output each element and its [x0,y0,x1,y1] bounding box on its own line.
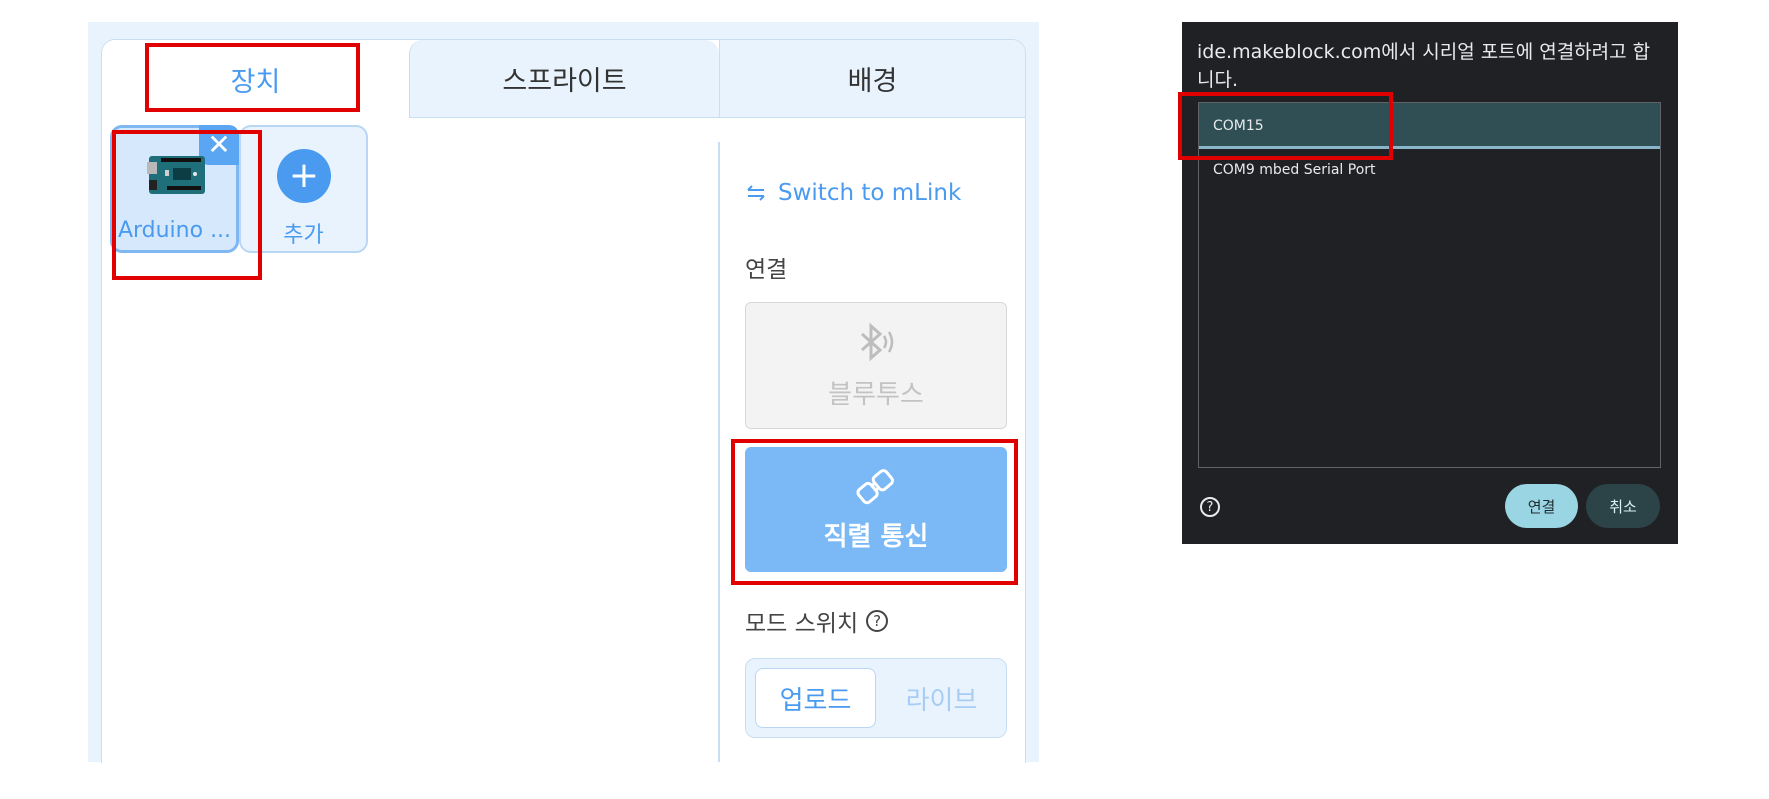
port-item-com9[interactable]: COM9 mbed Serial Port [1199,155,1660,185]
dialog-title: ide.makeblock.com에서 시리얼 포트에 연결하려고 합니다. [1197,41,1651,91]
serial-button-label: 직렬 통신 [823,522,929,552]
port-list: COM15 COM9 mbed Serial Port [1198,102,1661,468]
close-icon: ✕ [207,128,231,161]
mode-switch-label: 모드 스위치 ? [745,604,889,638]
dialog-help-icon[interactable]: ? [1200,497,1220,517]
plus-icon: + [277,149,331,203]
serial-button[interactable]: 직렬 통신 [745,447,1007,572]
switch-to-mlink-label: Switch to mLink [778,180,962,206]
help-icon[interactable]: ? [866,610,889,632]
connect-button[interactable]: 연결 [1505,484,1578,528]
tab-sprites[interactable]: 스프라이트 [409,40,719,118]
mode-upload-option[interactable]: 업로드 [755,668,876,728]
column-divider [718,142,720,762]
bluetooth-button[interactable]: 블루투스 [745,302,1007,429]
add-device-button[interactable]: + 추가 [239,125,368,253]
tab-bar: 장치 스프라이트 배경 [102,40,1025,118]
bluetooth-button-label: 블루투스 [828,380,924,410]
tab-backdrops[interactable]: 배경 [719,40,1025,118]
bluetooth-icon [861,322,894,362]
tab-devices[interactable]: 장치 [102,40,409,118]
port-item-com15[interactable]: COM15 [1199,103,1660,149]
cancel-button[interactable]: 취소 [1586,484,1660,528]
mode-switch-label-text: 모드 스위치 [745,611,859,637]
device-card-arduino[interactable]: ✕ Arduino ... [110,125,239,253]
device-card-label: Arduino ... [117,218,232,243]
connection-section-label: 연결 [745,257,788,283]
swap-arrows-icon [747,185,765,201]
mode-live-option[interactable]: 라이브 [881,668,1002,728]
serial-port-dialog: ide.makeblock.com에서 시리얼 포트에 연결하려고 합니다. C… [1182,22,1678,544]
switch-to-mlink-link[interactable]: Switch to mLink [746,180,961,206]
arduino-board-icon [147,156,205,194]
mode-switch: 업로드 라이브 [745,658,1007,738]
add-device-label: 추가 [283,223,324,248]
usb-plug-icon [856,469,895,505]
